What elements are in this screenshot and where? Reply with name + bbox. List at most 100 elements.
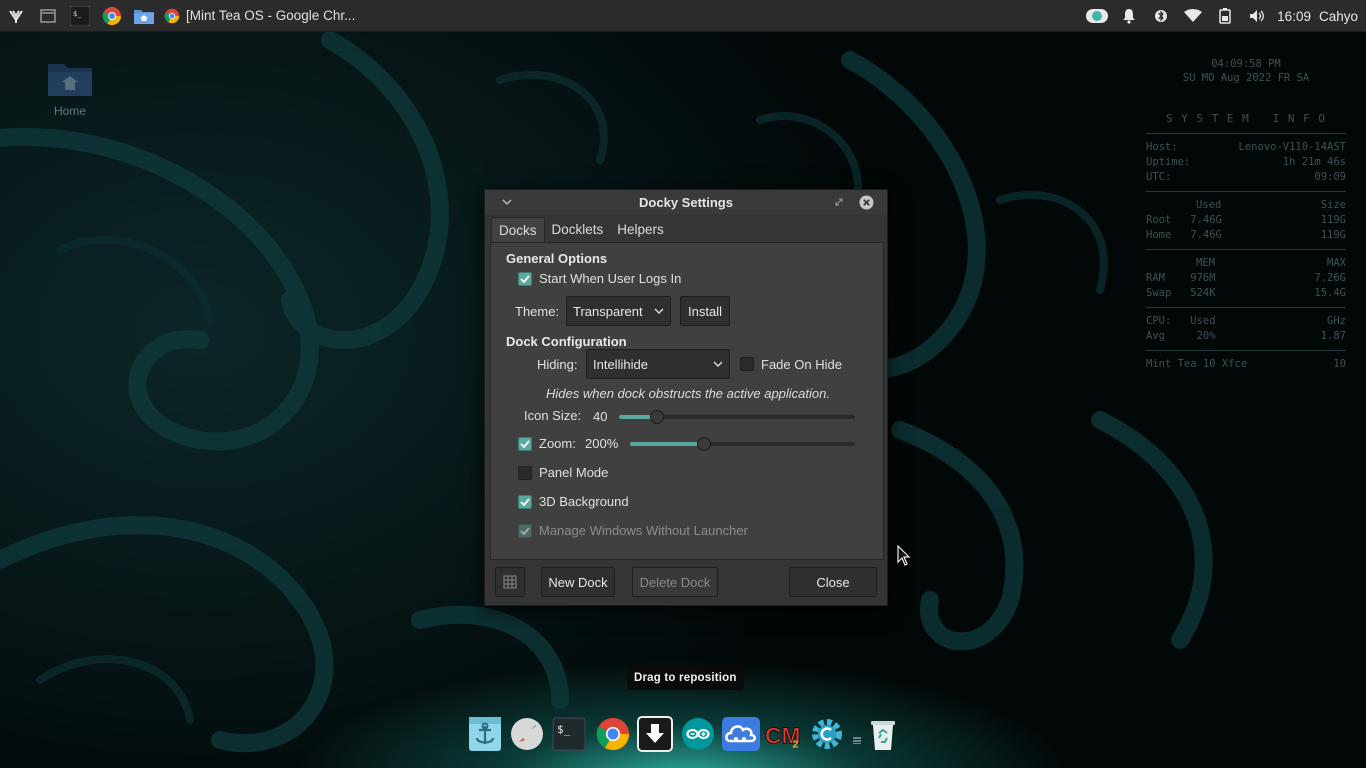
docky-dock: $_ CM 2 [464,714,904,758]
conky-utc-row: UTC: 09:09 [1146,171,1346,183]
conky-uptime-row: Uptime: 1h 21m 46s [1146,156,1346,168]
conky-separator [1146,307,1346,308]
general-options-heading: General Options [506,251,608,266]
conky-separator [1146,191,1346,192]
chrome-window-icon[interactable] [160,0,184,32]
chevron-down-icon [713,361,723,367]
conky-separator [1146,350,1346,351]
toggle-icon[interactable] [1081,0,1113,32]
close-button[interactable]: Close [789,567,877,597]
mouse-cursor-icon [897,545,911,566]
conky-calendar: SU MO Aug 2022 FR SA [1182,72,1310,84]
install-theme-button[interactable]: Install [680,296,730,326]
hiding-label: Hiding: [537,357,578,372]
start-on-login-checkbox[interactable] [518,272,532,286]
theme-dropdown[interactable]: Transparent [566,296,671,326]
zoom-slider[interactable] [630,437,855,451]
docky-settings-dialog: Docky Settings Docks Docklets Helpers Ge… [484,189,888,606]
icon-size-slider-knob[interactable] [649,410,664,424]
volume-icon[interactable] [1241,0,1273,32]
conky-footer: Mint Tea 10 Xfce 10 [1146,358,1346,370]
conky-time: 04:09:58 PM [1211,58,1281,70]
new-dock-button[interactable]: New Dock [541,567,615,597]
show-desktop-icon[interactable] [32,0,64,32]
conky-root-row: Root 7.46G 119G [1146,214,1346,226]
system-tray: 16:09 Cahyo [1081,0,1366,32]
top-panel: $_ [Mint Tea OS - Google Chr... 16:09 Ca… [0,0,1366,32]
rocket-launcher-icon[interactable] [508,714,546,754]
zoom-label[interactable]: Zoom: [539,436,576,451]
taskbar-window-title[interactable]: [Mint Tea OS - Google Chr... [186,8,355,23]
icon-size-slider[interactable] [619,410,855,424]
terminal-icon[interactable]: $_ [64,0,96,32]
fade-on-hide-label[interactable]: Fade On Hide [761,357,842,372]
dock-tooltip: Drag to reposition [627,666,744,690]
docky-anchor-icon[interactable] [466,714,504,754]
panel-mode-label[interactable]: Panel Mode [539,465,608,480]
docks-tab-panel: General Options Start When User Logs In … [490,242,884,560]
dialog-title: Docky Settings [639,195,733,210]
hiding-hint-text: Hides when dock obstructs the active app… [546,386,830,401]
chrome-icon[interactable] [594,714,632,754]
chrome-icon[interactable] [96,0,128,32]
3d-background-label[interactable]: 3D Background [539,494,629,509]
manage-windows-checkbox[interactable] [518,524,532,538]
dock-grid-button[interactable] [495,567,525,597]
user-name[interactable]: Cahyo [1319,9,1358,24]
conky-ram-row: RAM 976M 7.26G [1146,272,1346,284]
zoom-value: 200% [585,436,619,451]
conky-disk-header: Used Size [1196,199,1346,211]
maximize-icon[interactable] [831,194,847,210]
bluetooth-icon[interactable] [1145,0,1177,32]
svg-text:2: 2 [793,739,799,749]
settings-icon[interactable] [808,714,846,754]
theme-label: Theme: [515,304,560,319]
panel-clock[interactable]: 16:09 [1277,9,1311,24]
download-icon[interactable] [636,714,674,754]
home-folder-icon[interactable] [128,0,160,32]
svg-text:$_: $_ [557,723,571,736]
cm-app-icon[interactable]: CM 2 [765,714,803,754]
zoom-slider-fill [630,442,705,446]
dialog-titlebar[interactable]: Docky Settings [485,190,887,214]
grid-icon [503,575,517,589]
svg-text:$_: $_ [73,10,82,18]
tab-docklets[interactable]: Docklets [545,217,611,243]
conky-cpu-header: CPU: Used GHz [1146,315,1346,327]
manage-windows-label[interactable]: Manage Windows Without Launcher [539,523,748,538]
3d-background-checkbox[interactable] [518,495,532,509]
tab-helpers[interactable]: Helpers [610,217,671,243]
tab-docks[interactable]: Docks [491,217,545,243]
battery-icon[interactable] [1209,0,1241,32]
conky-swap-row: Swap 524K 15.4G [1146,287,1346,299]
zoom-slider-knob[interactable] [697,437,712,451]
whisker-menu-icon[interactable] [0,0,32,32]
chevron-down-icon [654,308,664,314]
conky-heading: S Y S T E M I N F O [1165,112,1327,125]
panel-mode-checkbox[interactable] [518,466,532,480]
dialog-tabs: Docks Docklets Helpers [491,217,671,243]
arduino-icon[interactable] [679,714,717,754]
icon-size-value: 40 [593,409,608,424]
cloud-icon[interactable] [722,714,760,754]
home-folder-icon [46,60,94,98]
theme-dropdown-value: Transparent [573,303,643,319]
desktop-home-label: Home [53,104,86,118]
start-on-login-label[interactable]: Start When User Logs In [539,271,681,286]
close-icon[interactable] [858,194,874,210]
fade-on-hide-checkbox[interactable] [740,357,754,371]
conky-widget: 04:09:58 PM SU MO Aug 2022 FR SA S Y S T… [1146,58,1346,372]
conky-separator [1146,133,1346,134]
hiding-dropdown-value: Intellihide [593,356,648,372]
terminal-icon[interactable]: $_ [550,714,588,754]
zoom-checkbox[interactable] [518,437,532,451]
trash-icon[interactable] [864,714,902,754]
desktop-home-icon[interactable]: Home [40,58,100,118]
notification-bell-icon[interactable] [1113,0,1145,32]
icon-size-label: Icon Size: [524,408,582,423]
delete-dock-button[interactable]: Delete Dock [632,567,718,597]
conky-home-row: Home 7.46G 119G [1146,229,1346,241]
conky-separator [1146,249,1346,250]
hiding-dropdown[interactable]: Intellihide [586,349,730,379]
wifi-icon[interactable] [1177,0,1209,32]
